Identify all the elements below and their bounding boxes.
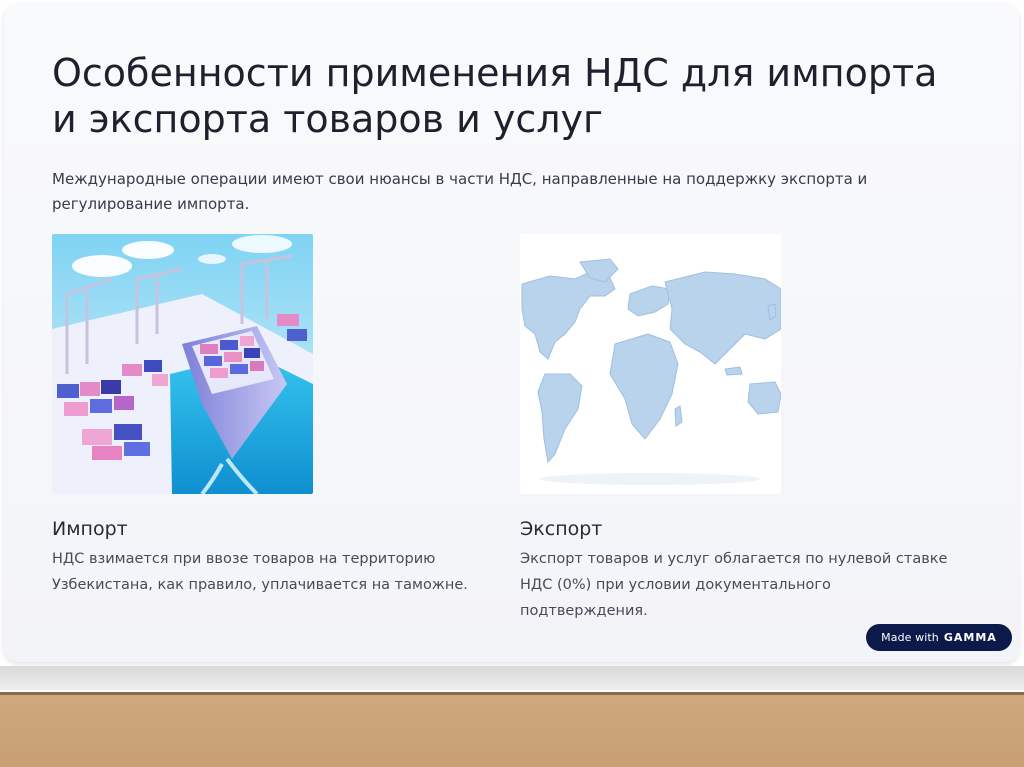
stage-edge <box>0 666 1024 690</box>
made-with-gamma-badge[interactable]: Made with GAMMA <box>866 624 1012 651</box>
badge-prefix: Made with <box>881 631 939 644</box>
slide-subtitle: Международные операции имеют свои нюансы… <box>52 170 868 213</box>
world-map-image <box>520 234 781 494</box>
world-map-illustration <box>520 234 781 494</box>
slide-title: Особенности применения НДС для импорта и… <box>52 51 938 141</box>
import-card-title: Импорт <box>52 518 128 540</box>
export-card-text: Экспорт товаров и услуг облагается по ну… <box>520 551 948 619</box>
export-card-title: Экспорт <box>520 518 603 540</box>
container-port-illustration <box>52 234 313 494</box>
import-card-text: НДС взимается при ввозе товаров на терри… <box>52 551 468 593</box>
gamma-logo: GAMMA <box>943 631 997 644</box>
port-image <box>52 234 313 494</box>
